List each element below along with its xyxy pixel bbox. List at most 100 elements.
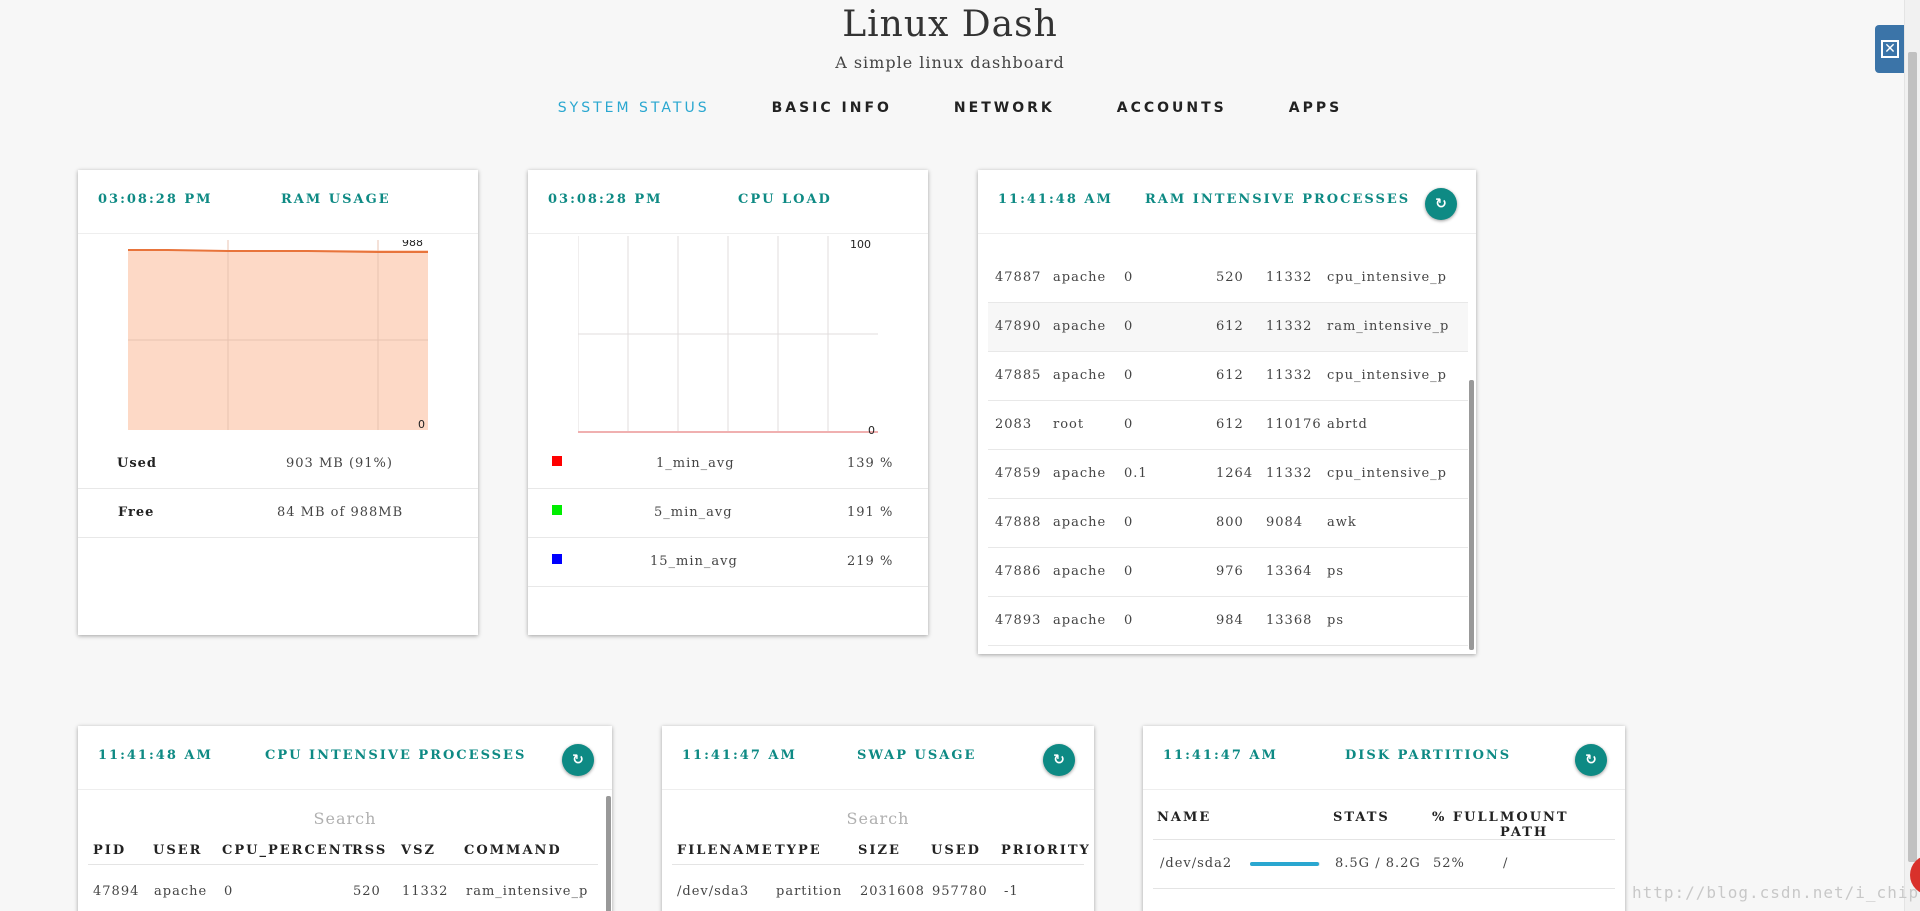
card-timestamp: 11:41:48 AM <box>98 748 213 763</box>
ram-used-value: 903 MB (91%) <box>286 456 393 471</box>
legend-swatch <box>552 456 562 466</box>
list-scrollbar[interactable] <box>1469 380 1474 650</box>
column-header: RSS <box>352 843 388 858</box>
filename: /dev/sda3 <box>677 884 750 899</box>
user: apache <box>1053 466 1107 481</box>
swap-usage-card: 11:41:47 AM SWAP USAGE ↻ Search FILENAME… <box>662 726 1094 911</box>
close-icon: ✕ <box>1881 40 1899 58</box>
rss: 1264 <box>1216 466 1254 481</box>
table-row: 47888 apache 0 800 9084 awk <box>988 499 1468 548</box>
rss: 976 <box>1216 564 1244 579</box>
column-header: % FULL <box>1432 810 1500 825</box>
column-header: NAME <box>1157 810 1212 825</box>
main-nav: SYSTEM STATUS BASIC INFO NETWORK ACCOUNT… <box>0 100 1900 116</box>
cpu: 0 <box>1124 319 1134 334</box>
vsz: 13368 <box>1266 613 1313 628</box>
table-row: 47893 apache 0 984 13368 ps <box>988 597 1468 646</box>
card-timestamp: 11:41:47 AM <box>682 748 797 763</box>
table-header-row: PID USER CPU_PERCENT RSS VSZ COMMAND <box>88 829 598 865</box>
cpu-load-value: 139 % <box>847 456 894 471</box>
cpu-load-row: 5_min_avg 191 % <box>528 489 928 538</box>
refresh-icon: ↻ <box>1053 752 1065 768</box>
table-row: 47887 apache 0 520 11332 cpu_intensive_p <box>988 254 1468 303</box>
refresh-icon: ↻ <box>572 752 584 768</box>
column-header: STATS <box>1333 810 1390 825</box>
card-header: 03:08:28 PM CPU LOAD <box>528 170 928 234</box>
vsz: 110176 <box>1266 417 1322 432</box>
list-scrollbar[interactable] <box>606 796 611 911</box>
nav-apps[interactable]: APPS <box>1258 100 1373 116</box>
search-input[interactable]: Search <box>78 809 612 828</box>
table-row: 47894 apache 0 520 11332 ram_intensive_p <box>88 868 598 908</box>
user: apache <box>154 884 208 899</box>
command: awk <box>1327 515 1357 530</box>
column-header: MOUNT PATH <box>1500 810 1569 840</box>
cpu-load-card: 03:08:28 PM CPU LOAD 100 0 1_min_avg 139… <box>528 170 928 635</box>
table-row: 47885 apache 0 612 11332 cpu_intensive_p <box>988 352 1468 401</box>
nav-network[interactable]: NETWORK <box>923 100 1086 116</box>
command: cpu_intensive_p <box>1327 368 1447 383</box>
command: ram_intensive_p <box>1327 319 1450 334</box>
ram-free-value: 84 MB of 988MB <box>277 505 404 520</box>
cpu: 0 <box>1124 368 1134 383</box>
pid: 47893 <box>995 613 1042 628</box>
user: root <box>1053 417 1085 432</box>
user: apache <box>1053 319 1107 334</box>
partition-full: 52% <box>1433 856 1465 871</box>
page-scrollbar-thumb[interactable] <box>1908 52 1917 862</box>
pid: 47859 <box>995 466 1042 481</box>
y-max-label: 988 <box>402 240 423 249</box>
card-header: 11:41:48 AM RAM INTENSIVE PROCESSES ↻ <box>978 170 1476 234</box>
search-input[interactable]: Search <box>662 809 1094 828</box>
column-header: FILENAME <box>677 843 774 858</box>
y-min-label: 0 <box>418 418 425 431</box>
table-header-row: FILENAME TYPE SIZE USED PRIORITY <box>672 829 1089 865</box>
y-min-label: 0 <box>868 424 875 437</box>
table-row: 47886 apache 0 976 13364 ps <box>988 548 1468 597</box>
card-title: CPU INTENSIVE PROCESSES <box>265 748 527 763</box>
ram-free-row: Free 84 MB of 988MB <box>78 489 478 538</box>
command: cpu_intensive_p <box>1327 270 1447 285</box>
cpu: 0 <box>1124 270 1134 285</box>
table-row: 47859 apache 0.1 1264 11332 cpu_intensiv… <box>988 450 1468 499</box>
table-row: /dev/sda2 8.5G / 8.2G 52% / <box>1153 840 1615 889</box>
card-header: 03:08:28 PM RAM USAGE <box>78 170 478 234</box>
partition-stats: 8.5G / 8.2G <box>1335 856 1421 871</box>
command: ps <box>1327 564 1344 579</box>
refresh-button[interactable]: ↻ <box>1043 744 1075 776</box>
nav-basic-info[interactable]: BASIC INFO <box>741 100 923 116</box>
cpu: 0 <box>1124 564 1134 579</box>
y-max-label: 100 <box>850 238 871 251</box>
vsz: 11332 <box>1266 368 1313 383</box>
page-scrollbar[interactable] <box>1904 0 1920 911</box>
priority: -1 <box>1004 884 1019 899</box>
command: abrtd <box>1327 417 1368 432</box>
column-header: SIZE <box>858 843 901 858</box>
size: 2031608 <box>860 884 925 899</box>
rss: 612 <box>1216 368 1244 383</box>
card-header: 11:41:47 AM DISK PARTITIONS ↻ <box>1143 726 1625 790</box>
ram-used-label: Used <box>117 456 158 471</box>
vsz: 13364 <box>1266 564 1313 579</box>
refresh-icon: ↻ <box>1435 196 1447 212</box>
usage-progress-bar <box>1250 862 1320 866</box>
card-title: CPU LOAD <box>738 192 832 207</box>
card-title: RAM INTENSIVE PROCESSES <box>1145 192 1411 207</box>
refresh-button[interactable]: ↻ <box>1425 188 1457 220</box>
nav-system-status[interactable]: SYSTEM STATUS <box>527 100 741 116</box>
used: 957780 <box>932 884 988 899</box>
cpu-load-label: 1_min_avg <box>656 456 735 471</box>
partition-mount: / <box>1503 856 1509 871</box>
close-panel-button[interactable]: ✕ <box>1875 25 1905 73</box>
pid: 2083 <box>995 417 1033 432</box>
column-header: COMMAND <box>464 843 562 858</box>
user: apache <box>1053 564 1107 579</box>
cpu-load-row: 15_min_avg 219 % <box>528 538 928 587</box>
table-row: 2083 root 0 612 110176 abrtd <box>988 401 1468 450</box>
cpu: 0 <box>1124 515 1134 530</box>
refresh-button[interactable]: ↻ <box>562 744 594 776</box>
nav-accounts[interactable]: ACCOUNTS <box>1086 100 1258 116</box>
refresh-button[interactable]: ↻ <box>1575 744 1607 776</box>
vsz: 11332 <box>1266 466 1313 481</box>
card-timestamp: 03:08:28 PM <box>98 192 213 207</box>
